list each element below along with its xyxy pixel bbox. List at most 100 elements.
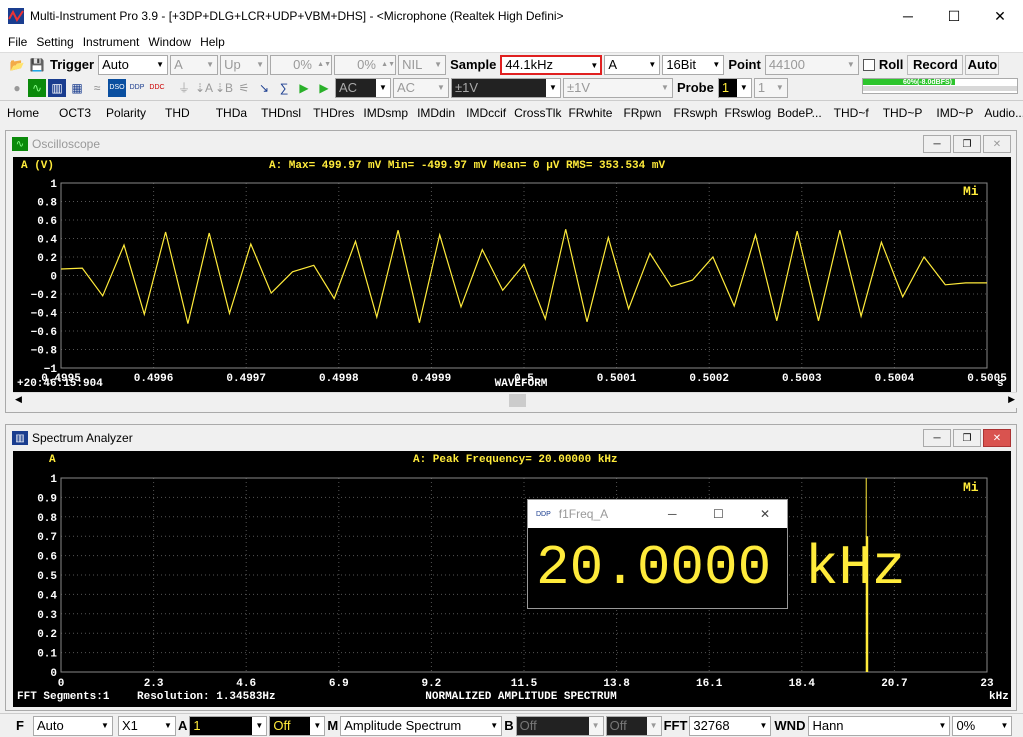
tab-thd-p[interactable]: THD~P [883, 106, 923, 120]
window-function-select[interactable]: Hann ▼ [808, 715, 951, 736]
save-icon[interactable]: 💾 [28, 56, 46, 74]
oscilloscope-minimize-button[interactable]: ─ [923, 135, 951, 153]
roll-checkbox[interactable] [862, 58, 875, 71]
menu-setting[interactable]: Setting [32, 35, 77, 49]
coupling-b-select[interactable]: AC ▼ [393, 77, 449, 98]
oscilloscope-scrollbar[interactable]: ◀ ▶ [13, 392, 1017, 408]
minimize-button[interactable]: ─ [885, 0, 931, 32]
nil-select[interactable]: NIL ▼ [398, 54, 447, 75]
osc-x-tick: 0.4996 [134, 373, 174, 385]
m-mode-select[interactable]: Amplitude Spectrum ▼ [340, 715, 503, 736]
tab-imdccif[interactable]: IMDccif [466, 106, 506, 120]
scroll-right-icon[interactable]: ▶ [1008, 394, 1015, 405]
spectrum-titlebar: ▥ Spectrum Analyzer ─ ❐ ✕ [6, 425, 1016, 451]
tab-oct3[interactable]: OCT3 [59, 106, 91, 120]
frequency-readout-window[interactable]: DDP f1Freq_A ─ ☐ ✕ 20.0000 kHz [527, 499, 906, 609]
dso-icon[interactable]: DSO [108, 78, 126, 97]
osc-y-tick: 0 [50, 272, 57, 284]
mixer-icon[interactable]: ⚟ [235, 79, 253, 97]
spectrum-window-icon: ▥ [12, 431, 28, 445]
coupling-a-select[interactable]: AC ▼ [335, 77, 391, 98]
tab-frswlog[interactable]: FRswlog [725, 106, 772, 120]
tab-thda[interactable]: THDa [216, 106, 247, 120]
b-off-select[interactable]: Off ▼ [605, 715, 662, 736]
percent-select[interactable]: 0% ▼ [952, 715, 1013, 736]
spectrum-minimize-button[interactable]: ─ [923, 429, 951, 447]
tab-polarity[interactable]: Polarity [106, 106, 146, 120]
run-once-icon[interactable]: ▶ [315, 79, 333, 97]
probe-a-select[interactable]: 1 ▼ [717, 77, 752, 98]
tab-frswph[interactable]: FRswph [673, 106, 717, 120]
spec-x-tick: 0 [58, 678, 65, 690]
trigger-level-stepper[interactable]: 0% ▲▼ [270, 54, 333, 75]
tab-frwhite[interactable]: FRwhite [568, 106, 612, 120]
signal-generator-icon[interactable]: ≈ [88, 79, 106, 97]
bit-depth-select[interactable]: 16Bit ▼ [662, 54, 725, 75]
run-icon[interactable]: ▶ [295, 79, 313, 97]
pretrigger-stepper[interactable]: 0% ▲▼ [334, 54, 397, 75]
calibrate-icon[interactable]: ↘ [255, 79, 273, 97]
tab-bodep[interactable]: BodeP... [777, 106, 821, 120]
tab-imddin[interactable]: IMDdin [417, 106, 455, 120]
open-folder-icon[interactable]: 📂 [8, 56, 26, 74]
trigger-channel-select[interactable]: A ▼ [170, 54, 219, 75]
a-off-select[interactable]: Off ▼ [269, 715, 326, 736]
probe-tool-icon[interactable]: ⏚ [175, 79, 193, 97]
filter-icon[interactable]: ∑ [275, 79, 293, 97]
menu-help[interactable]: Help [196, 35, 229, 49]
menu-file[interactable]: File [4, 35, 31, 49]
b-value-select[interactable]: Off ▼ [515, 715, 604, 736]
osc-x-tick: 0.5002 [689, 373, 729, 385]
tab-imd-p[interactable]: IMD~P [936, 106, 973, 120]
tab-thdnsl[interactable]: THDnsl [261, 106, 301, 120]
trigger-mode-select[interactable]: Auto ▼ [98, 54, 169, 75]
oscilloscope-icon[interactable]: ∿ [28, 78, 46, 97]
spec-x-tick: 4.6 [236, 678, 256, 690]
tab-frpwn[interactable]: FRpwn [623, 106, 661, 120]
auto-button[interactable]: Auto [965, 54, 1000, 75]
cursor-b-icon[interactable]: ⇣B [215, 79, 233, 97]
readout-close-icon[interactable]: ✕ [760, 507, 770, 521]
scroll-left-icon[interactable]: ◀ [15, 394, 22, 405]
sample-rate-select[interactable]: 44.1kHz ▼ [500, 54, 603, 75]
tab-thd-f[interactable]: THD~f [834, 106, 869, 120]
oscilloscope-close-button[interactable]: ✕ [983, 135, 1011, 153]
record-button[interactable]: Record [907, 54, 964, 75]
probe-b-select[interactable]: 1 ▼ [753, 77, 788, 98]
ddp-icon[interactable]: DDP [128, 79, 146, 97]
tab-crosstlk[interactable]: CrossTlk [514, 106, 561, 120]
spectrum-restore-button[interactable]: ❐ [953, 429, 981, 447]
cursor-a-icon[interactable]: ⇣A [195, 79, 213, 97]
oscilloscope-scroll-thumb[interactable] [509, 394, 526, 407]
tab-thdres[interactable]: THDres [313, 106, 354, 120]
osc-x-tick: 0.4997 [226, 373, 266, 385]
oscilloscope-plot[interactable]: 1 0.8 0.6 0.4 0.2 0 −0.2 −0.4 −0.6 −0.8 −1 0.4995 0.… [13, 157, 1011, 392]
trigger-edge-select[interactable]: Up ▼ [220, 54, 269, 75]
spectrum-close-button[interactable]: ✕ [983, 429, 1011, 447]
stop-icon[interactable]: ● [8, 79, 26, 97]
tab-imdsmp[interactable]: IMDsmp [363, 106, 408, 120]
readout-maximize-icon[interactable]: ☐ [713, 507, 724, 521]
maximize-button[interactable]: ☐ [931, 0, 977, 32]
close-button[interactable]: ✕ [977, 0, 1023, 32]
menu-instrument[interactable]: Instrument [79, 35, 144, 49]
readout-minimize-icon[interactable]: ─ [668, 507, 677, 521]
spec-y-tick: 0.1 [37, 649, 57, 661]
fft-size-select[interactable]: 32768 ▼ [689, 715, 772, 736]
range-b-select[interactable]: ±1V ▼ [563, 77, 673, 98]
points-select[interactable]: 44100 ▼ [764, 54, 859, 75]
ddc-icon[interactable]: DDC [148, 79, 166, 97]
oscilloscope-restore-button[interactable]: ❐ [953, 135, 981, 153]
multimeter-icon[interactable]: ▦ [68, 79, 86, 97]
range-a-select[interactable]: ±1V ▼ [451, 77, 561, 98]
tab-home[interactable]: Home [7, 106, 39, 120]
tab-audio[interactable]: Audio... [984, 106, 1023, 120]
f-mode-select[interactable]: Auto ▼ [32, 715, 113, 736]
tab-thd[interactable]: THD [165, 106, 190, 120]
spectrum-analyzer-icon[interactable]: ▥ [48, 78, 66, 97]
menu-window[interactable]: Window [144, 35, 195, 49]
x-multiplier-select[interactable]: X1 ▼ [117, 715, 176, 736]
a-value-select[interactable]: 1 ▼ [189, 715, 268, 736]
channel-select[interactable]: A ▼ [604, 54, 661, 75]
osc-badge: Mi [963, 184, 979, 199]
